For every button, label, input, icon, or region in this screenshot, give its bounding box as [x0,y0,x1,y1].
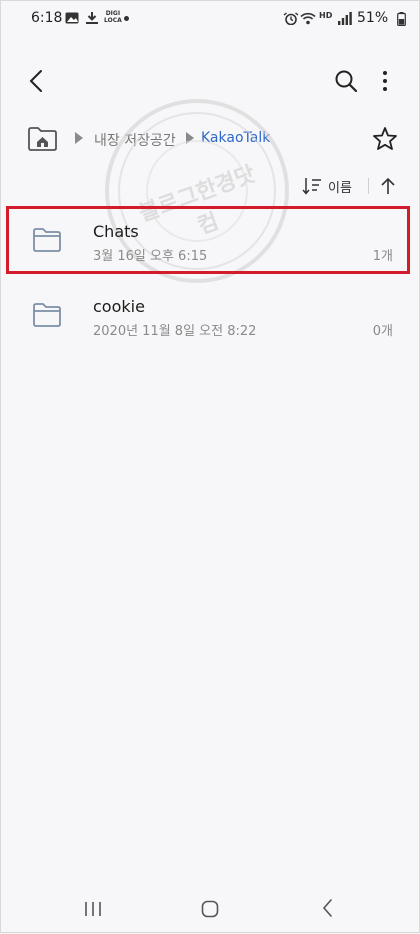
folder-icon [33,303,61,327]
signal-icon [338,12,352,25]
breadcrumb-home[interactable] [27,125,59,153]
gallery-notification-icon [65,12,79,24]
download-notification-icon [86,12,98,24]
sort-divider [368,178,369,194]
sort-bar: 이름 [299,171,409,201]
recents-icon[interactable] [83,899,103,919]
sort-by-name-button[interactable]: 이름 [328,177,352,196]
alarm-icon [283,12,299,25]
battery-level: 51% [357,10,389,26]
more-vert-icon [383,71,387,91]
highlight-annotation-box [6,206,410,274]
battery-icon [397,12,406,26]
search-button[interactable] [332,67,360,95]
folder-item-count: 0개 [372,324,393,339]
breadcrumb-separator-icon [75,132,83,144]
digiloca-notification-icon: DIGI LOCA [104,10,122,24]
more-options-button[interactable] [375,67,395,95]
folder-date: 2020년 11월 8일 오전 8:22 [93,324,257,339]
back-nav-icon[interactable] [317,897,339,919]
home-folder-icon [28,127,57,151]
system-nav-bar [1,881,420,934]
status-bar: 6:18 DIGI LOCA HD 51% [1,1,420,37]
folder-name: cookie [93,297,145,316]
search-icon [335,70,358,93]
home-nav-icon[interactable] [200,899,220,919]
arrow-up-icon[interactable] [378,176,398,196]
screen-frame: 6:18 DIGI LOCA HD 51% 내장 저장공간 KakaoTalk … [0,0,420,933]
more-notifications-dot-icon [124,16,129,21]
back-arrow-icon [29,70,42,92]
star-icon [373,127,397,150]
hd-voice-icon: HD [319,11,333,20]
sort-icon[interactable] [302,177,322,195]
wifi-icon [300,12,316,25]
folder-item-cookie[interactable]: cookie 2020년 11월 8일 오전 8:22 0개 [1,281,420,351]
back-button[interactable] [23,67,51,95]
status-time: 6:18 [31,10,63,26]
favorite-button[interactable] [371,125,399,153]
